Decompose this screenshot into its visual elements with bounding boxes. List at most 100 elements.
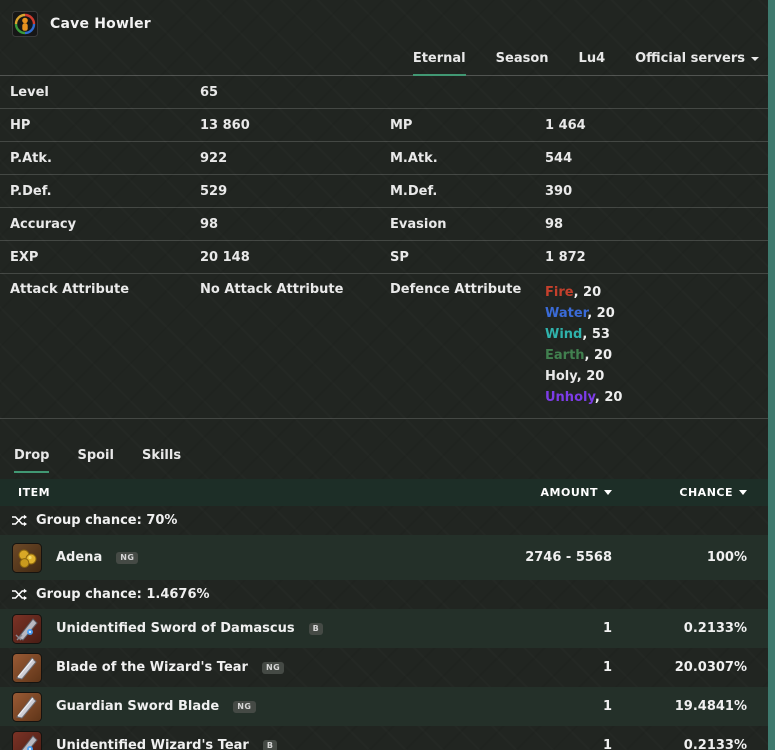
page-title: Cave Howler <box>50 16 151 32</box>
item-icon-unid-sword <box>12 731 42 750</box>
item-name: Adena <box>56 550 102 565</box>
server-tab-label: Lu4 <box>579 51 606 66</box>
element-name: Unholy <box>545 390 595 405</box>
stat-label: Accuracy <box>10 217 200 232</box>
element-name: Fire <box>545 285 574 300</box>
page: Cave Howler Eternal Season Lu4 Official ser… <box>0 0 775 750</box>
item-chance: 20.0307% <box>612 660 747 675</box>
server-tabs: Eternal Season Lu4 Official servers <box>0 48 775 76</box>
stat-value: No Attack Attribute <box>200 282 390 297</box>
tab-label: Spoil <box>77 448 114 463</box>
drop-row-blade-of-the-wizard-s-tear[interactable]: Blade of the Wizard's TearNG120.0307% <box>0 648 775 687</box>
stat-label: Defence Attribute <box>390 282 545 297</box>
tab-label: Skills <box>142 448 181 463</box>
stat-value: 98 <box>200 217 390 232</box>
stat-value: 98 <box>545 217 765 232</box>
stats-table: Level65HP13 860MP1 464P.Atk.922M.Atk.544… <box>0 76 775 419</box>
grade-badge: B <box>309 623 324 635</box>
sort-desc-icon <box>739 490 747 495</box>
drop-row-unidentified-sword-of-damascus[interactable]: Unidentified Sword of DamascusB10.2133% <box>0 609 775 648</box>
monster-avatar-icon <box>12 11 38 37</box>
stat-row: P.Def.529M.Def.390 <box>0 175 775 208</box>
stat-label: Attack Attribute <box>10 282 200 297</box>
stat-row: Level65 <box>0 76 775 109</box>
item-name: Blade of the Wizard's Tear <box>56 660 248 675</box>
stat-label: M.Atk. <box>390 151 545 166</box>
stat-label: MP <box>390 118 545 133</box>
item-cell: Unidentified Sword of DamascusB <box>12 614 492 644</box>
item-chance: 0.2133% <box>612 621 747 636</box>
stat-value: 390 <box>545 184 765 199</box>
stat-label: HP <box>10 118 200 133</box>
server-tab-lu4[interactable]: Lu4 <box>579 51 606 75</box>
group-chance-row: Group chance: 70% <box>0 506 775 535</box>
item-chance: 100% <box>612 550 747 565</box>
item-icon-blade <box>12 653 42 683</box>
defence-attribute-unholy: Unholy, 20 <box>545 387 765 408</box>
stat-value: 13 860 <box>200 118 390 133</box>
app-header: Cave Howler <box>0 0 775 48</box>
stat-value: 922 <box>200 151 390 166</box>
tab-skills[interactable]: Skills <box>142 448 181 473</box>
drop-table-header: ITEM AMOUNT CHANCE <box>0 479 775 506</box>
stat-value: 529 <box>200 184 390 199</box>
item-amount: 1 <box>492 738 612 750</box>
stat-label: P.Def. <box>10 184 200 199</box>
tab-label: Drop <box>14 448 49 463</box>
grade-badge: NG <box>233 701 255 713</box>
drop-row-guardian-sword-blade[interactable]: Guardian Sword BladeNG119.4841% <box>0 687 775 726</box>
group-chance-row: Group chance: 1.4676% <box>0 580 775 609</box>
grade-badge: B <box>263 740 278 750</box>
column-chance[interactable]: CHANCE <box>612 486 747 499</box>
server-tab-season[interactable]: Season <box>496 51 549 75</box>
server-tab-official-servers[interactable]: Official servers <box>635 51 759 75</box>
defence-attribute-water: Water, 20 <box>545 303 765 324</box>
stat-row: P.Atk.922M.Atk.544 <box>0 142 775 175</box>
drop-section: Drop Spoil Skills ITEM AMOUNT CHANCE Group… <box>0 441 775 750</box>
stat-row: EXP20 148SP1 872 <box>0 241 775 274</box>
stat-row: Accuracy98Evasion98 <box>0 208 775 241</box>
drop-row-unidentified-wizard-s-tear[interactable]: Unidentified Wizard's Tear B 10.2133% <box>0 726 775 750</box>
stat-label: EXP <box>10 250 200 265</box>
stat-label: SP <box>390 250 545 265</box>
item-name: Unidentified Wizard's Tear <box>56 738 249 750</box>
element-value: , 20 <box>587 306 615 321</box>
defence-attribute-earth: Earth, 20 <box>545 345 765 366</box>
item-icon-unid-sword <box>12 614 42 644</box>
grade-badge: NG <box>262 662 284 674</box>
item-cell: AdenaNG <box>12 543 492 573</box>
stat-label: Level <box>10 85 200 100</box>
server-tab-label: Official servers <box>635 51 745 66</box>
column-amount-label: AMOUNT <box>541 486 598 499</box>
tab-drop[interactable]: Drop <box>14 448 49 473</box>
scrollbar[interactable] <box>768 0 775 750</box>
attribute-row: Attack AttributeNo Attack AttributeDefen… <box>0 274 775 419</box>
item-icon-adena <box>12 543 42 573</box>
drop-table-body: Group chance: 70%AdenaNG2746 - 5568100% G… <box>0 506 775 750</box>
chevron-down-icon <box>751 57 759 61</box>
item-chance: 19.4841% <box>612 699 747 714</box>
sort-desc-icon <box>604 490 612 495</box>
stat-value: 544 <box>545 151 765 166</box>
stat-value: 1 464 <box>545 118 765 133</box>
column-item[interactable]: ITEM <box>18 486 492 499</box>
server-tab-label: Eternal <box>413 51 466 66</box>
item-chance: 0.2133% <box>612 738 747 750</box>
server-tab-eternal[interactable]: Eternal <box>413 51 466 75</box>
stat-value: 20 148 <box>200 250 390 265</box>
element-value: , 20 <box>577 369 605 384</box>
element-name: Wind <box>545 327 582 342</box>
server-tab-label: Season <box>496 51 549 66</box>
element-name: Earth <box>545 348 585 363</box>
item-cell: Blade of the Wizard's Tear NG <box>12 653 492 683</box>
stat-row: HP13 860MP1 464 <box>0 109 775 142</box>
shuffle-icon <box>12 514 27 527</box>
group-chance-label: Group chance: 1.4676% <box>36 587 210 602</box>
stat-value: 65 <box>200 85 390 100</box>
column-chance-label: CHANCE <box>679 486 733 499</box>
defence-attribute-fire: Fire, 20 <box>545 282 765 303</box>
item-icon-blade <box>12 692 42 722</box>
tab-spoil[interactable]: Spoil <box>77 448 114 473</box>
column-amount[interactable]: AMOUNT <box>492 486 612 499</box>
drop-row-adena[interactable]: AdenaNG2746 - 5568100% <box>0 535 775 580</box>
